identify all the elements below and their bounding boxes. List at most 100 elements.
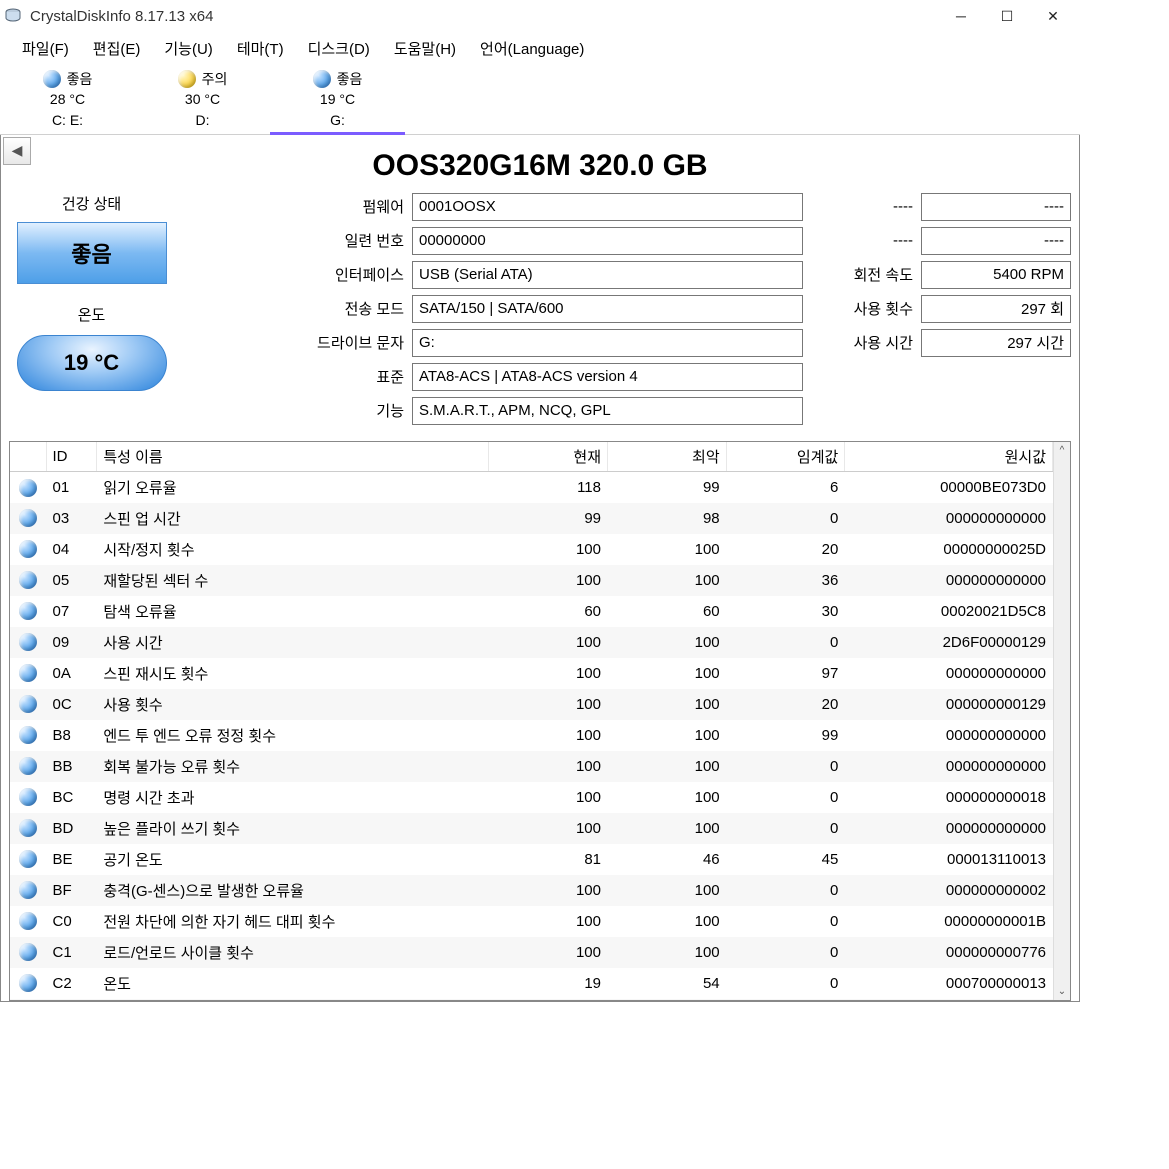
smart-id: 05 (46, 565, 97, 596)
temperature-value[interactable]: 19 °C (17, 335, 167, 391)
smart-threshold: 45 (726, 844, 845, 875)
smart-id: 0A (46, 658, 97, 689)
smart-row[interactable]: BC명령 시간 초과1001000000000000018 (10, 782, 1053, 813)
close-button[interactable]: ✕ (1030, 1, 1076, 31)
col-current[interactable]: 현재 (489, 442, 608, 472)
status-orb-icon (19, 881, 37, 899)
smart-row[interactable]: BF충격(G-센스)으로 발생한 오류율1001000000000000002 (10, 875, 1053, 906)
smart-row[interactable]: B8엔드 투 엔드 오류 정정 횟수10010099000000000000 (10, 720, 1053, 751)
smart-worst: 100 (608, 720, 727, 751)
info-value[interactable]: G: (412, 329, 803, 357)
smart-worst: 100 (608, 999, 727, 1001)
smart-row[interactable]: 0C사용 횟수10010020000000000129 (10, 689, 1053, 720)
disk-tab-0[interactable]: 좋음28 °CC: E: (0, 69, 135, 134)
smart-worst: 54 (608, 968, 727, 999)
smart-threshold: 0 (726, 627, 845, 658)
col-id[interactable]: ID (46, 442, 97, 472)
menu-file[interactable]: 파일(F) (10, 36, 81, 61)
smart-raw: 000000000000 (845, 720, 1053, 751)
info-value[interactable]: SATA/150 | SATA/600 (412, 295, 803, 323)
smart-row[interactable]: BB회복 불가능 오류 횟수1001000000000000000 (10, 751, 1053, 782)
smart-id: BC (46, 782, 97, 813)
smart-raw: 00000BE073D0 (845, 472, 1053, 503)
menu-edit[interactable]: 편집(E) (81, 36, 153, 61)
smart-row[interactable]: BD높은 플라이 쓰기 횟수1001000000000000000 (10, 813, 1053, 844)
col-name[interactable]: 특성 이름 (97, 442, 489, 472)
smart-row[interactable]: C2온도19540000700000013 (10, 968, 1053, 999)
menu-disk[interactable]: 디스크(D) (296, 36, 382, 61)
info-row: 인터페이스USB (Serial ATA) (182, 261, 803, 289)
info-value[interactable]: 297 회 (921, 295, 1071, 323)
menu-theme[interactable]: 테마(T) (225, 36, 296, 61)
smart-current: 100 (489, 906, 608, 937)
status-orb-icon (19, 757, 37, 775)
info-row: 드라이브 문자G: (182, 329, 803, 357)
status-orb-icon (19, 571, 37, 589)
disk-temp: 19 °C (270, 89, 405, 109)
smart-row[interactable]: 04시작/정지 횟수1001002000000000025D (10, 534, 1053, 565)
menu-function[interactable]: 기능(U) (152, 36, 224, 61)
scroll-up-icon[interactable]: ^ (1054, 442, 1070, 459)
smart-current: 99 (489, 503, 608, 534)
info-row: 전송 모드SATA/150 | SATA/600 (182, 295, 803, 323)
info-value[interactable]: 0001OOSX (412, 193, 803, 221)
info-row: -------- (811, 227, 1071, 255)
info-value[interactable]: 297 시간 (921, 329, 1071, 357)
minimize-button[interactable]: ─ (938, 1, 984, 31)
menu-help[interactable]: 도움말(H) (382, 36, 468, 61)
col-status[interactable] (10, 442, 46, 472)
scroll-down-icon[interactable]: ⌄ (1054, 983, 1070, 1000)
col-threshold[interactable]: 임계값 (726, 442, 845, 472)
smart-raw: 000700000013 (845, 968, 1053, 999)
info-value[interactable]: ATA8-ACS | ATA8-ACS version 4 (412, 363, 803, 391)
info-value[interactable]: ---- (921, 193, 1071, 221)
smart-id: BD (46, 813, 97, 844)
smart-id: B8 (46, 720, 97, 751)
disk-temp: 28 °C (0, 89, 135, 109)
info-row: 사용 횟수297 회 (811, 295, 1071, 323)
smart-name: 탐색 오류율 (97, 596, 489, 627)
health-status[interactable]: 좋음 (17, 222, 167, 284)
status-orb-icon (19, 726, 37, 744)
smart-id: 03 (46, 503, 97, 534)
col-raw[interactable]: 원시값 (845, 442, 1053, 472)
info-value[interactable]: ---- (921, 227, 1071, 255)
smart-threshold: 36 (726, 565, 845, 596)
scrollbar[interactable]: ^ ⌄ (1053, 442, 1070, 1000)
smart-raw: 00020021D5C8 (845, 596, 1053, 627)
smart-name: 충격(G-센스)으로 발생한 오류율 (97, 875, 489, 906)
disk-tab-1[interactable]: 주의30 °CD: (135, 69, 270, 134)
smart-threshold: 99 (726, 720, 845, 751)
smart-row[interactable]: 01읽기 오류율11899600000BE073D0 (10, 472, 1053, 503)
smart-row[interactable]: BE공기 온도814645000013110013 (10, 844, 1053, 875)
smart-threshold: 97 (726, 658, 845, 689)
smart-current: 100 (489, 565, 608, 596)
menu-language[interactable]: 언어(Language) (468, 36, 596, 61)
smart-threshold: 0 (726, 782, 845, 813)
info-value[interactable]: 5400 RPM (921, 261, 1071, 289)
smart-row[interactable]: 09사용 시간10010002D6F00000129 (10, 627, 1053, 658)
smart-row[interactable]: C1로드/언로드 사이클 횟수1001000000000000776 (10, 937, 1053, 968)
smart-name: 엔드 투 엔드 오류 정정 횟수 (97, 720, 489, 751)
info-value[interactable]: S.M.A.R.T., APM, NCQ, GPL (412, 397, 803, 425)
info-key: ---- (811, 232, 921, 249)
smart-row[interactable]: C5보류 중인 섹터 수1001000000000000000 (10, 999, 1053, 1001)
smart-row[interactable]: 0A스핀 재시도 횟수10010097000000000000 (10, 658, 1053, 689)
col-worst[interactable]: 최악 (608, 442, 727, 472)
smart-name: 읽기 오류율 (97, 472, 489, 503)
smart-row[interactable]: C0전원 차단에 의한 자기 헤드 대피 횟수10010000000000000… (10, 906, 1053, 937)
disk-tab-2[interactable]: 좋음19 °CG: (270, 69, 405, 134)
smart-name: 재할당된 섹터 수 (97, 565, 489, 596)
info-value[interactable]: USB (Serial ATA) (412, 261, 803, 289)
info-value[interactable]: 00000000 (412, 227, 803, 255)
health-label: 건강 상태 (9, 193, 174, 214)
smart-raw: 000000000000 (845, 751, 1053, 782)
info-row: 펌웨어0001OOSX (182, 193, 803, 221)
maximize-button[interactable]: ☐ (984, 1, 1030, 31)
smart-current: 100 (489, 689, 608, 720)
smart-current: 81 (489, 844, 608, 875)
smart-row[interactable]: 07탐색 오류율60603000020021D5C8 (10, 596, 1053, 627)
smart-raw: 000000000000 (845, 565, 1053, 596)
smart-row[interactable]: 03스핀 업 시간99980000000000000 (10, 503, 1053, 534)
smart-row[interactable]: 05재할당된 섹터 수10010036000000000000 (10, 565, 1053, 596)
